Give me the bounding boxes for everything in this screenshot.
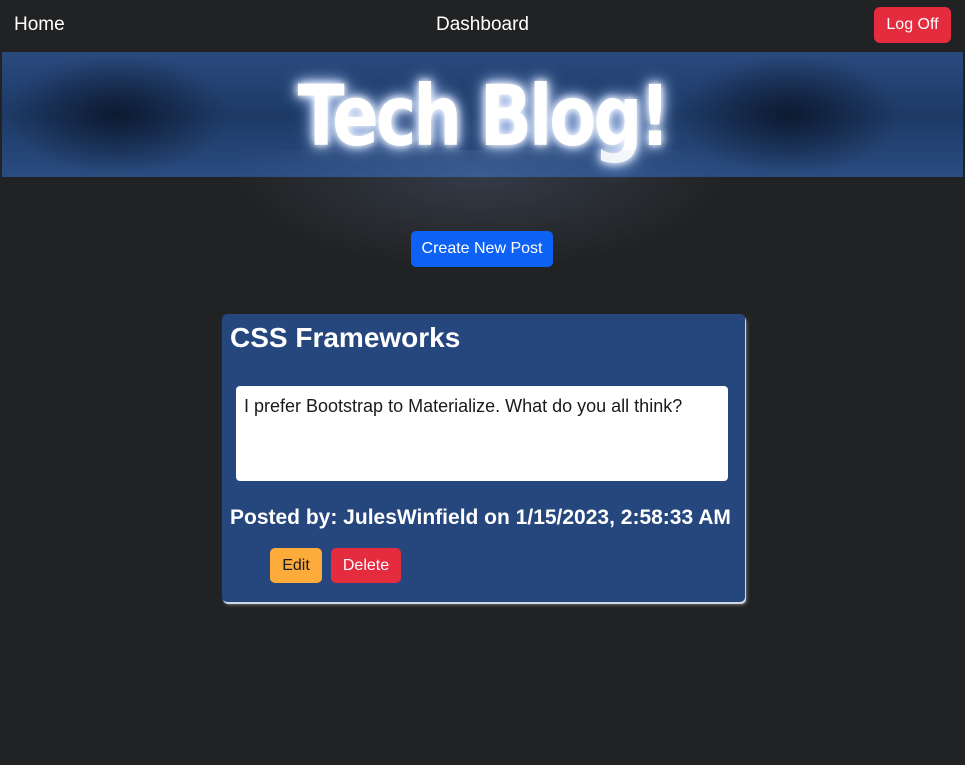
- nav-dashboard-wrapper: Dashboard: [0, 14, 965, 36]
- site-title: Tech Blog!: [297, 67, 671, 165]
- log-off-button[interactable]: Log Off: [874, 7, 951, 43]
- nav-dashboard-link[interactable]: Dashboard: [436, 14, 529, 35]
- nav-home-link[interactable]: Home: [14, 14, 65, 36]
- post-body: I prefer Bootstrap to Materialize. What …: [236, 386, 728, 481]
- edit-post-button[interactable]: Edit: [270, 548, 322, 583]
- create-new-post-button[interactable]: Create New Post: [411, 231, 553, 267]
- delete-post-button[interactable]: Delete: [331, 548, 401, 583]
- post-card: CSS Frameworks I prefer Bootstrap to Mat…: [222, 314, 745, 602]
- site-banner: Tech Blog!: [2, 52, 963, 177]
- post-title: CSS Frameworks: [230, 322, 461, 353]
- post-meta: Posted by: JulesWinfield on 1/15/2023, 2…: [230, 506, 731, 529]
- top-navbar: Home Dashboard Log Off: [0, 0, 965, 52]
